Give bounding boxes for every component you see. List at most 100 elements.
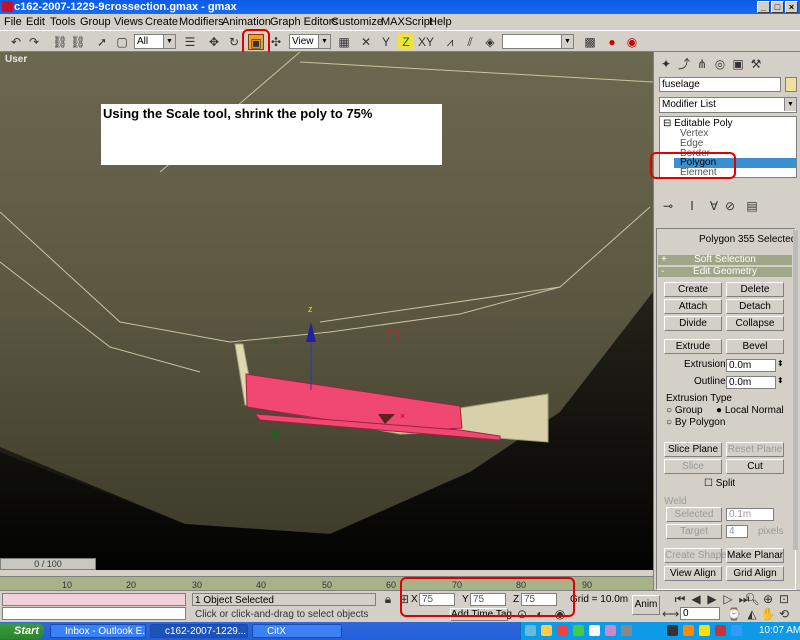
mirror-icon[interactable]: ⩘ [442, 34, 458, 50]
attach-button[interactable]: Attach [664, 299, 722, 314]
zoom-all-icon[interactable]: ⊕ [760, 591, 776, 607]
maximize-button[interactable]: □ [771, 1, 784, 13]
play-icon[interactable]: ▶ [704, 591, 720, 607]
outline-spinner[interactable]: 0.0m [726, 376, 776, 389]
menu-tools[interactable]: Tools [50, 16, 76, 28]
user-viewport[interactable]: z × User Using the Scale tool, shrink th… [0, 52, 653, 570]
task-citx[interactable]: CitX [252, 624, 342, 638]
slice-plane-button[interactable]: Slice Plane [664, 442, 722, 457]
restrict-y-icon[interactable]: Y [378, 34, 394, 50]
task-gmax[interactable]: c162-2007-1229... [150, 624, 248, 638]
weld-selected-button[interactable]: Selected [666, 507, 722, 522]
lock-selection-icon[interactable]: 🔒︎ [380, 591, 396, 607]
by-polygon-radio[interactable]: ○ By Polygon [666, 417, 725, 428]
manipulate-icon[interactable]: ✣ [268, 34, 284, 50]
local-normal-radio[interactable]: ● Local Normal [716, 405, 784, 416]
time-slider[interactable]: 0 / 100 [0, 558, 96, 570]
menu-views[interactable]: Views [114, 16, 143, 28]
make-planar-button[interactable]: Make Planar [726, 548, 784, 563]
tray-clock[interactable]: 10:07 AM [759, 625, 800, 636]
menu-customize[interactable]: Customize [331, 16, 383, 28]
delete-button[interactable]: Delete [726, 282, 784, 297]
group-radio[interactable]: ○ Group [666, 405, 703, 416]
menu-file[interactable]: File [4, 16, 22, 28]
split-checkbox[interactable]: ☐ Split [704, 478, 735, 489]
reset-plane-button[interactable]: Reset Plane [726, 442, 784, 457]
tray-app-icon[interactable] [589, 625, 600, 636]
maxscript-listener-top[interactable] [2, 593, 186, 606]
menu-help[interactable]: Help [429, 16, 452, 28]
time-configuration-icon[interactable]: ⌚ [726, 606, 742, 622]
grid-align-button[interactable]: Grid Align [726, 566, 784, 581]
snap-icon[interactable]: ◈ [482, 34, 498, 50]
extrude-button[interactable]: Extrude [664, 339, 722, 354]
previous-frame-icon[interactable]: ◀ [688, 591, 704, 607]
fov-icon[interactable]: ◭ [744, 606, 760, 622]
spinner-arrows-icon[interactable]: ⬍ [777, 376, 784, 385]
tray-app-icon[interactable] [699, 625, 710, 636]
object-color-swatch[interactable] [785, 77, 797, 92]
undo-icon[interactable]: ↶ [8, 34, 24, 50]
motion-tab-icon[interactable]: ◎ [712, 56, 728, 72]
bevel-button[interactable]: Bevel [726, 339, 784, 354]
menu-create[interactable]: Create [145, 16, 178, 28]
tray-app-icon[interactable] [557, 625, 568, 636]
divide-button[interactable]: Divide [664, 316, 722, 331]
create-tab-icon[interactable]: ✦ [658, 56, 674, 72]
remove-modifier-icon[interactable]: ⊘ [722, 198, 738, 214]
view-align-button[interactable]: View Align [664, 566, 722, 581]
move-icon[interactable]: ✥ [206, 34, 222, 50]
restrict-xy-icon[interactable]: XY [418, 34, 434, 50]
edit-geometry-rollout[interactable]: - Edit Geometry [658, 267, 792, 277]
select-object-icon[interactable]: ➚ [94, 34, 110, 50]
pan-icon[interactable]: ✋ [760, 606, 776, 622]
slice-button[interactable]: Slice [664, 459, 722, 474]
rollout-scrollbar[interactable] [793, 230, 798, 550]
unlink-icon[interactable]: ⛓ [70, 34, 86, 50]
modifier-list-select[interactable]: Modifier List ▼ [659, 97, 797, 113]
select-by-name-icon[interactable]: ☰ [182, 34, 198, 50]
target-pixels-spinner[interactable]: 4 [726, 525, 748, 538]
go-to-start-icon[interactable]: ⏮ [672, 591, 688, 607]
render-icon[interactable]: ● [604, 34, 620, 50]
material-editor-icon[interactable]: ▩ [582, 34, 598, 50]
create-button[interactable]: Create [664, 282, 722, 297]
redo-icon[interactable]: ↷ [26, 34, 42, 50]
selection-filter-select[interactable]: All ▼ [134, 34, 176, 49]
restrict-x-icon[interactable]: ✕ [358, 34, 374, 50]
soft-selection-rollout[interactable]: + Soft Selection [658, 255, 792, 265]
select-link-icon[interactable]: ⛓ [52, 34, 68, 50]
quick-render-icon[interactable]: ◉ [624, 34, 640, 50]
viewport-label[interactable]: User [5, 54, 27, 65]
start-button[interactable]: Start [0, 623, 44, 639]
close-button[interactable]: × [785, 1, 798, 13]
tray-app-icon[interactable] [683, 625, 694, 636]
show-end-result-icon[interactable]: Ⅰ [684, 198, 700, 214]
tray-network-icon[interactable] [525, 625, 536, 636]
hierarchy-tab-icon[interactable]: ⋔ [694, 56, 710, 72]
tray-app-icon[interactable] [605, 625, 616, 636]
reference-coordinate-select[interactable]: View ▼ [289, 34, 331, 49]
menu-edit[interactable]: Edit [26, 16, 45, 28]
display-tab-icon[interactable]: ▣ [730, 56, 746, 72]
weld-threshold-spinner[interactable]: 0.1m [726, 508, 774, 521]
pin-stack-icon[interactable]: ⊸ [660, 198, 676, 214]
restrict-z-icon[interactable]: Z [398, 34, 414, 50]
utilities-tab-icon[interactable]: ⚒ [748, 56, 764, 72]
animate-button[interactable]: Anim [632, 595, 660, 615]
menu-animation[interactable]: Animation [222, 16, 271, 28]
make-unique-icon[interactable]: ∀ [706, 198, 722, 214]
cut-button[interactable]: Cut [726, 459, 784, 474]
next-frame-icon[interactable]: ▷ [720, 591, 736, 607]
menu-modifiers[interactable]: Modifiers [179, 16, 224, 28]
menu-graph-editors[interactable]: Graph Editors [270, 16, 338, 28]
tray-folder-icon[interactable] [541, 625, 552, 636]
detach-button[interactable]: Detach [726, 299, 784, 314]
align-icon[interactable]: ⫽ [462, 34, 478, 50]
named-selection-select[interactable]: ▼ [502, 34, 574, 49]
object-name-field[interactable]: fuselage [659, 77, 781, 92]
weld-target-button[interactable]: Target [666, 524, 722, 539]
current-frame-field[interactable]: 0 [680, 607, 720, 620]
spinner-arrows-icon[interactable]: ⬍ [777, 359, 784, 368]
gmax-app-icon[interactable] [2, 1, 13, 12]
